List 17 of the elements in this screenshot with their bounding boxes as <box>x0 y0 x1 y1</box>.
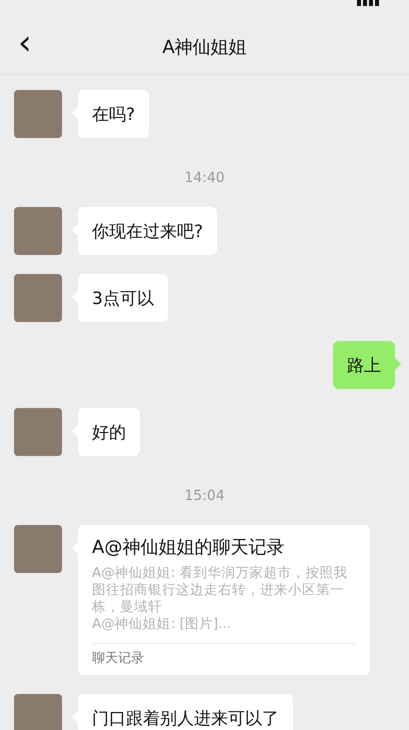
record-preview-line: A@神仙姐姐: 看到华润万家超市，按照我图往招商银行这边走右转，进来小区第一栋，曼域轩 <box>92 565 349 616</box>
timestamp: 14:40 <box>184 169 225 188</box>
avatar-photo-placeholder[interactable] <box>14 408 62 456</box>
avatar-photo-placeholder[interactable] <box>14 525 62 573</box>
signal-icon <box>357 0 379 6</box>
record-title: A@神仙姐姐的聊天记录 <box>92 536 286 560</box>
chat-title: A神仙姐姐 <box>162 36 247 59</box>
avatar-photo-placeholder[interactable] <box>14 207 62 255</box>
avatar-photo-placeholder[interactable] <box>14 694 62 730</box>
record-preview-line: A@神仙姐姐: [图片]... <box>92 616 232 633</box>
timestamp: 15:04 <box>184 487 225 506</box>
record-footer: 聊天记录 <box>92 643 356 669</box>
avatar-photo-placeholder[interactable] <box>14 90 62 138</box>
avatar-photo-placeholder[interactable] <box>14 274 62 322</box>
bubble-tail <box>394 357 401 371</box>
back-button[interactable]: ‹ <box>14 26 36 60</box>
chat-record-card[interactable]: A@神仙姐姐的聊天记录 A@神仙姐姐: 看到华润万家超市，按照我图往招商银行这边走右转，进来小区第一栋，曼域轩 A@神仙姐姐: [图片]... 聊天记录 <box>78 525 370 675</box>
